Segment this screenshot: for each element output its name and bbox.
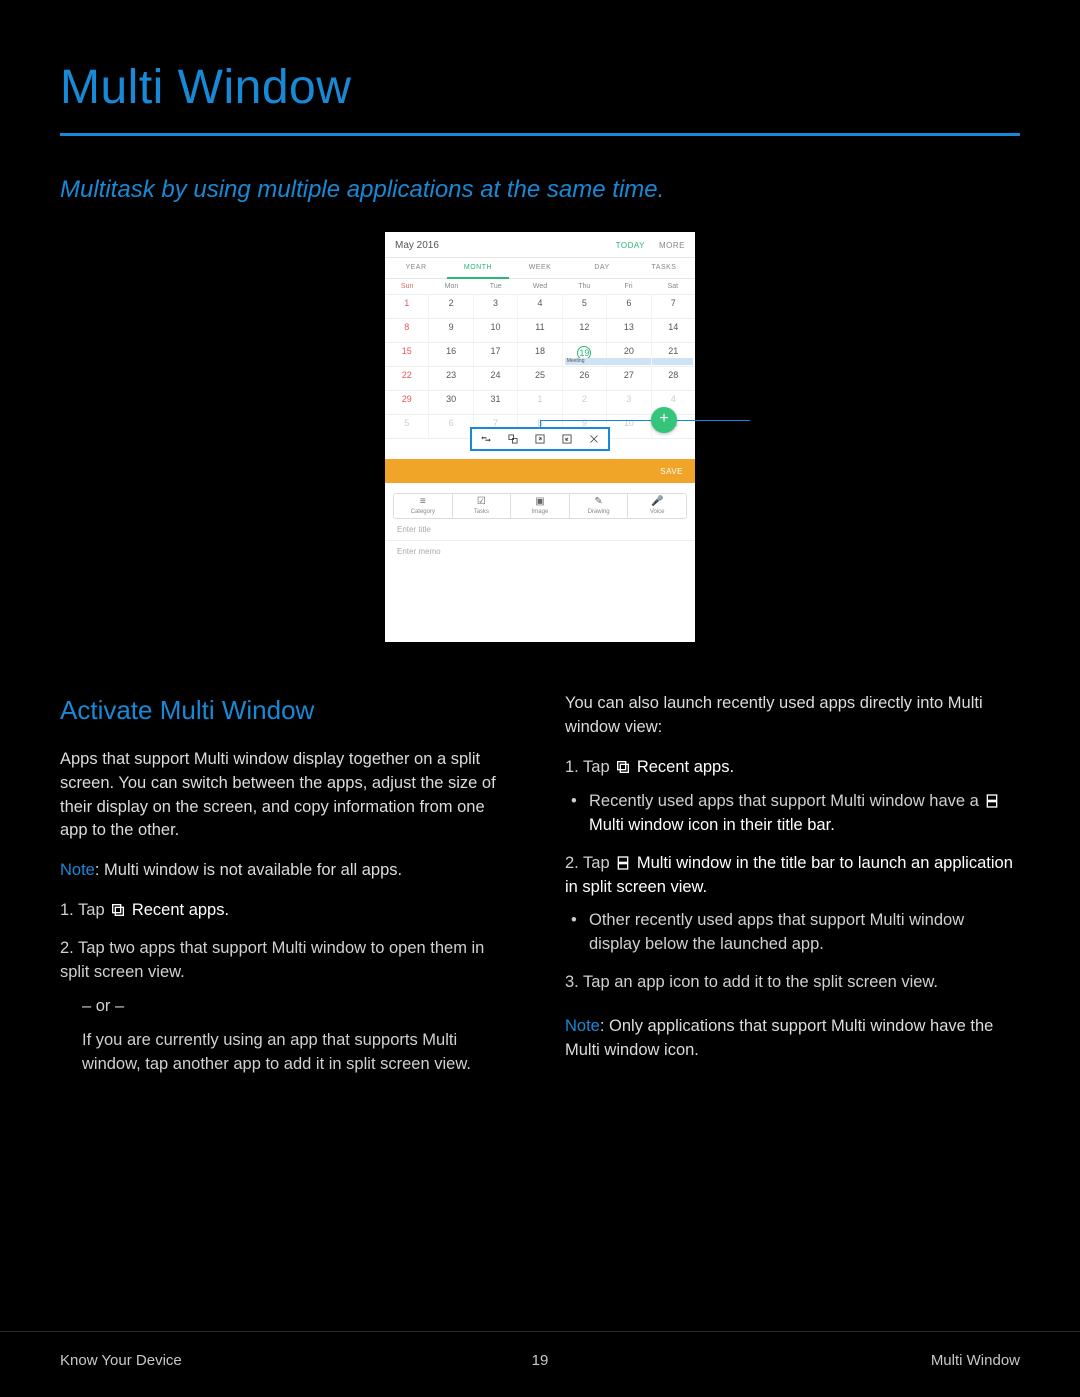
date-cell[interactable]: 6 bbox=[607, 295, 651, 318]
date-cell[interactable]: 15 bbox=[385, 343, 429, 366]
date-cell[interactable]: 21 bbox=[652, 343, 695, 366]
note-text: Note: Multi window is not available for … bbox=[60, 859, 515, 883]
save-button[interactable]: SAVE bbox=[660, 467, 683, 476]
date-cell[interactable]: 10 bbox=[474, 319, 518, 342]
bullet: Other recently used apps that support Mu… bbox=[587, 909, 1020, 957]
date-cell[interactable]: 5 bbox=[563, 295, 607, 318]
calendar-tabs: YEAR MONTH WEEK DAY TASKS bbox=[385, 257, 695, 279]
body-text: You can also launch recently used apps d… bbox=[565, 692, 1020, 740]
date-cell[interactable]: 11 bbox=[518, 319, 562, 342]
date-cell[interactable]: 22 bbox=[385, 367, 429, 390]
tool-row: ≡Category ☑Tasks ▣Image ✎Drawing 🎤Voice bbox=[393, 493, 687, 519]
step-1-r: 1. Tap Recent apps. Recently used apps t… bbox=[565, 756, 1020, 838]
date-cell[interactable]: 18 bbox=[518, 343, 562, 366]
tab-month[interactable]: MONTH bbox=[447, 258, 509, 279]
date-cell-today[interactable]: 19Meeting bbox=[563, 343, 607, 366]
tab-day[interactable]: DAY bbox=[571, 258, 633, 279]
tool-category[interactable]: ≡Category bbox=[394, 494, 453, 518]
save-bar: SAVE bbox=[385, 459, 695, 483]
tool-drawing[interactable]: ✎Drawing bbox=[570, 494, 629, 518]
date-cell[interactable]: 14 bbox=[652, 319, 695, 342]
memo-input[interactable]: Enter memo bbox=[385, 541, 695, 562]
body-text: Apps that support Multi window display t… bbox=[60, 748, 515, 844]
date-cell[interactable]: 29 bbox=[385, 391, 429, 414]
footer-right: Multi Window bbox=[931, 1352, 1020, 1369]
date-cell[interactable]: 13 bbox=[607, 319, 651, 342]
page-number: 19 bbox=[532, 1352, 549, 1369]
drag-content-icon[interactable] bbox=[506, 432, 520, 446]
dayname: Fri bbox=[606, 279, 650, 294]
close-icon[interactable] bbox=[587, 432, 601, 446]
date-cell[interactable]: 23 bbox=[429, 367, 473, 390]
dayname: Wed bbox=[518, 279, 562, 294]
recent-apps-icon bbox=[109, 901, 127, 919]
subtitle: Multitask by using multiple applications… bbox=[60, 176, 1020, 204]
calendar-more-button[interactable]: MORE bbox=[659, 241, 685, 250]
note-text: Note: Only applications that support Mul… bbox=[565, 1015, 1020, 1063]
step-2: 2. Tap two apps that support Multi windo… bbox=[60, 937, 515, 1077]
tab-year[interactable]: YEAR bbox=[385, 258, 447, 279]
date-cell[interactable]: 26 bbox=[563, 367, 607, 390]
date-cell[interactable]: 6 bbox=[429, 415, 473, 438]
multiwindow-toolbar bbox=[470, 427, 610, 451]
swap-icon[interactable] bbox=[479, 432, 493, 446]
date-cell[interactable]: 7 bbox=[652, 295, 695, 318]
step-2-r: 2. Tap Multi window in the title bar to … bbox=[565, 852, 1020, 958]
dayname: Thu bbox=[562, 279, 606, 294]
page-title: Multi Window bbox=[60, 60, 1020, 133]
calendar-month-label: May 2016 bbox=[395, 240, 439, 251]
divider bbox=[60, 133, 1020, 136]
dayname: Tue bbox=[474, 279, 518, 294]
dayname: Sat bbox=[651, 279, 695, 294]
date-cell[interactable]: 31 bbox=[474, 391, 518, 414]
calendar-today-button[interactable]: TODAY bbox=[616, 241, 645, 250]
date-cell[interactable]: 2 bbox=[429, 295, 473, 318]
date-cell[interactable]: 3 bbox=[474, 295, 518, 318]
footer: Know Your Device 19 Multi Window bbox=[0, 1331, 1080, 1397]
add-event-fab[interactable]: + bbox=[651, 407, 677, 433]
date-cell[interactable]: 5 bbox=[385, 415, 429, 438]
recent-apps-icon bbox=[614, 758, 632, 776]
date-cell[interactable]: 1 bbox=[385, 295, 429, 318]
multiwindow-icon bbox=[983, 792, 1001, 810]
dayname: Sun bbox=[385, 279, 429, 294]
date-cell[interactable]: 25 bbox=[518, 367, 562, 390]
footer-left: Know Your Device bbox=[60, 1352, 182, 1369]
bullet: Recently used apps that support Multi wi… bbox=[587, 790, 1020, 838]
date-cell[interactable]: 24 bbox=[474, 367, 518, 390]
date-cell[interactable]: 30 bbox=[429, 391, 473, 414]
tool-voice[interactable]: 🎤Voice bbox=[628, 494, 686, 518]
date-cell[interactable]: 3 bbox=[607, 391, 651, 414]
date-cell[interactable]: 28 bbox=[652, 367, 695, 390]
date-cell[interactable]: 9 bbox=[429, 319, 473, 342]
date-cell[interactable]: 17 bbox=[474, 343, 518, 366]
step-1: 1. Tap Recent apps. bbox=[60, 899, 515, 923]
date-cell[interactable]: 10 bbox=[607, 415, 651, 438]
tool-image[interactable]: ▣Image bbox=[511, 494, 570, 518]
minimize-icon[interactable] bbox=[533, 432, 547, 446]
step-3-r: 3. Tap an app icon to add it to the spli… bbox=[565, 971, 1020, 995]
multiwindow-icon bbox=[614, 854, 632, 872]
calendar-grid: 1 2 3 4 5 6 7 8 9 10 11 12 13 14 bbox=[385, 295, 695, 439]
tab-week[interactable]: WEEK bbox=[509, 258, 571, 279]
device-screenshot: May 2016 TODAY MORE YEAR MONTH WEEK DAY … bbox=[60, 232, 1020, 642]
date-cell[interactable]: 12 bbox=[563, 319, 607, 342]
date-cell[interactable]: 8 bbox=[385, 319, 429, 342]
date-cell[interactable]: 2 bbox=[563, 391, 607, 414]
dayname: Mon bbox=[429, 279, 473, 294]
tab-tasks[interactable]: TASKS bbox=[633, 258, 695, 279]
date-cell[interactable]: 16 bbox=[429, 343, 473, 366]
section-heading-activate: Activate Multi Window bbox=[60, 692, 515, 730]
date-cell[interactable]: 20 bbox=[607, 343, 651, 366]
maximize-icon[interactable] bbox=[560, 432, 574, 446]
date-cell[interactable]: 4 bbox=[518, 295, 562, 318]
tool-tasks[interactable]: ☑Tasks bbox=[453, 494, 512, 518]
date-cell[interactable]: 27 bbox=[607, 367, 651, 390]
title-input[interactable]: Enter title bbox=[385, 519, 695, 541]
date-cell[interactable]: 1 bbox=[518, 391, 562, 414]
